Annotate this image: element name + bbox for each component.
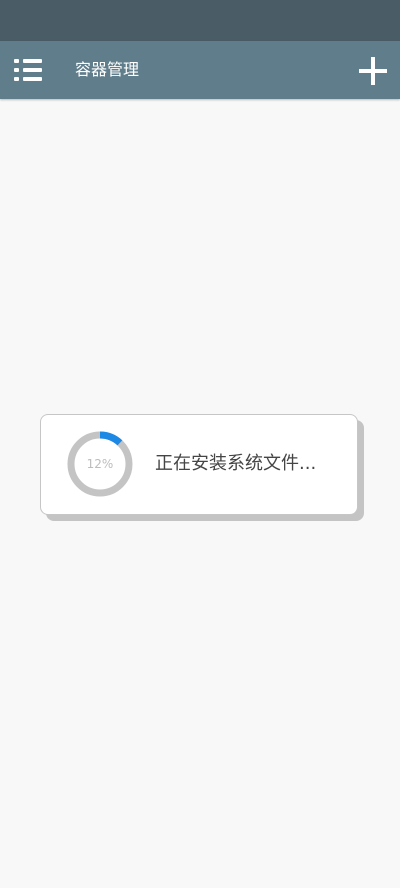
plus-icon	[359, 57, 387, 85]
progress-ring: 12%	[66, 430, 134, 498]
status-bar	[0, 0, 400, 41]
progress-percent: 12%	[86, 457, 114, 471]
app-title: 容器管理	[75, 60, 140, 79]
progress-dialog: 12% 正在安装系统文件...	[40, 414, 358, 515]
list-menu-icon	[10, 56, 48, 84]
app-bar: 容器管理	[0, 41, 400, 99]
install-status-message: 正在安装系统文件...	[155, 453, 317, 474]
menu-button[interactable]	[10, 56, 48, 84]
add-button[interactable]	[359, 57, 387, 85]
